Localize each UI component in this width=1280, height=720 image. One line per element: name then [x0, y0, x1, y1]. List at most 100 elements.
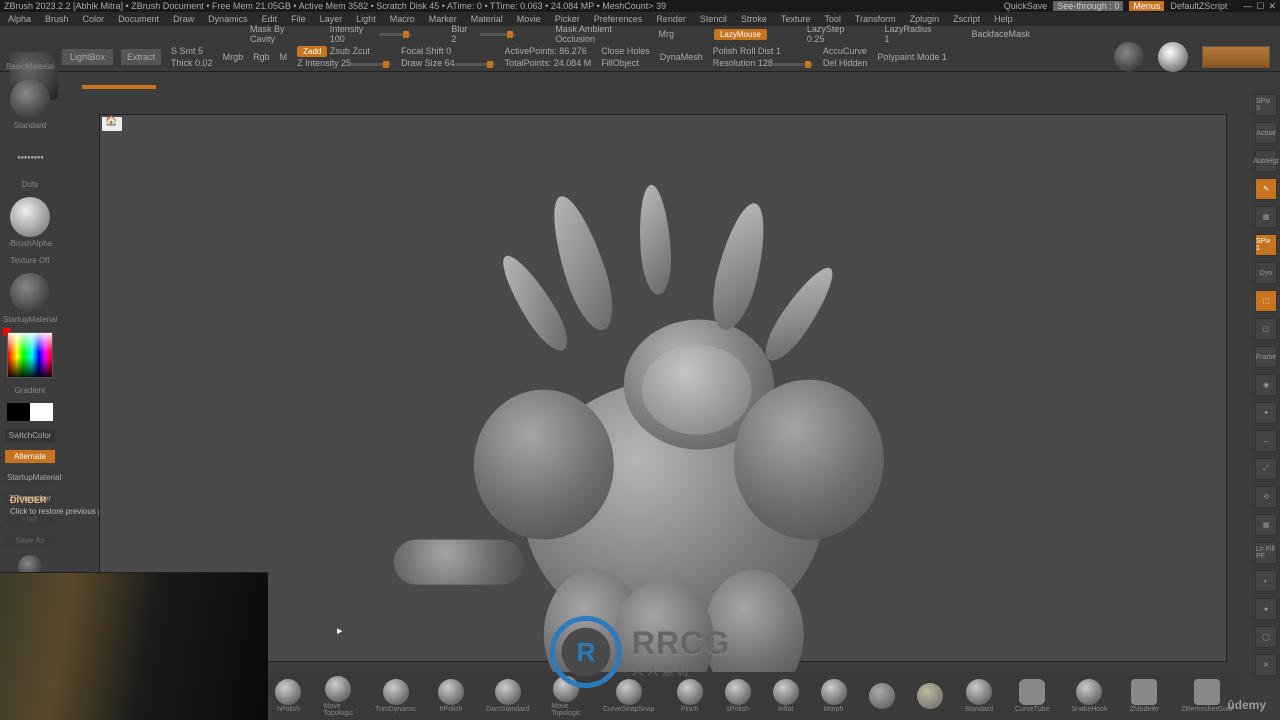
draw-size[interactable]: Draw Size 64 — [401, 58, 455, 68]
intensity-handle[interactable] — [379, 33, 411, 36]
zint-handle[interactable] — [351, 63, 391, 66]
zadd[interactable]: Zadd — [297, 46, 327, 57]
blur-slider[interactable]: Blur 2 — [451, 24, 472, 44]
polish[interactable]: Polish — [713, 46, 738, 56]
brush-hpolish2-icon[interactable] — [438, 679, 464, 705]
right-persp-icon[interactable]: ⬚ — [1255, 290, 1277, 312]
menu-file[interactable]: File — [291, 14, 306, 24]
menu-picker[interactable]: Picker — [555, 14, 580, 24]
intensity-slider[interactable]: Intensity 100 — [330, 24, 371, 44]
mask-ao[interactable]: Mask Ambient Occlusion — [555, 24, 618, 44]
mrgb[interactable]: Mrgb — [223, 52, 244, 62]
right-lnfill[interactable]: Ln Fill PF — [1255, 542, 1277, 564]
right-polyframe-icon[interactable]: ▦ — [1255, 514, 1277, 536]
del-hidden[interactable]: Del Hidden — [823, 58, 868, 68]
menu-dynamics[interactable]: Dynamics — [208, 14, 248, 24]
right-autohgt[interactable]: AutoHgt — [1255, 150, 1277, 172]
right-scale-icon[interactable]: ⤢ — [1255, 458, 1277, 480]
right-actual[interactable]: Actual — [1255, 122, 1277, 144]
right-spix3[interactable]: SPix 3 — [1255, 94, 1277, 116]
backfacemask[interactable]: BackfaceMask — [971, 29, 1030, 39]
menu-layer[interactable]: Layer — [320, 14, 343, 24]
polypaint-mode[interactable]: Polypaint Mode 1 — [877, 52, 947, 62]
menu-zplugin[interactable]: Zplugin — [910, 14, 940, 24]
menu-marker[interactable]: Marker — [429, 14, 457, 24]
seethrough-toggle[interactable]: See-through : 0 — [1053, 1, 1123, 11]
swatch-white[interactable] — [30, 403, 53, 421]
res-handle[interactable] — [773, 63, 813, 66]
m[interactable]: M — [280, 52, 288, 62]
menu-transform[interactable]: Transform — [855, 14, 896, 24]
brush-trimdyn-icon[interactable] — [383, 679, 409, 705]
brush-snakehook-icon[interactable] — [1076, 679, 1102, 705]
startup-material-2[interactable]: StartupMaterial — [5, 471, 55, 484]
brush-zmodeler-icon[interactable] — [1131, 679, 1157, 705]
switchcolor-button[interactable]: SwitchColor — [5, 429, 55, 442]
material-thumb[interactable] — [10, 273, 50, 313]
zcut[interactable]: Zcut — [352, 46, 370, 56]
swatch-black[interactable] — [7, 403, 30, 421]
close-holes[interactable]: Close Holes — [601, 46, 650, 56]
gradient-swatch[interactable] — [1202, 46, 1270, 68]
rgb[interactable]: Rgb — [253, 52, 270, 62]
menu-movie[interactable]: Movie — [517, 14, 541, 24]
matcap-sphere-2[interactable] — [1158, 42, 1188, 72]
right-floor-icon[interactable]: ◫ — [1255, 318, 1277, 340]
canvas[interactable] — [99, 114, 1227, 662]
minimize-icon[interactable]: — — [1243, 1, 1252, 12]
dynamesh[interactable]: DynaMesh — [660, 52, 703, 62]
right-rotate-icon[interactable]: ⟲ — [1255, 486, 1277, 508]
texture-off[interactable]: Texture Off — [11, 256, 50, 265]
right-ghost-icon[interactable]: ◐ — [1255, 570, 1277, 592]
zintensity[interactable]: Z Intensity 25 — [297, 58, 351, 68]
menu-color[interactable]: Color — [83, 14, 105, 24]
roll-dist[interactable]: Roll Dist 1 — [740, 46, 781, 56]
brush-inflat-icon[interactable] — [773, 679, 799, 705]
sculpt-model[interactable] — [404, 170, 944, 690]
menu-tool[interactable]: Tool — [824, 14, 841, 24]
extract-button[interactable]: Extract — [121, 49, 161, 65]
right-move-icon[interactable]: ↔ — [1255, 430, 1277, 452]
right-spix1[interactable]: SPix 1 — [1255, 234, 1277, 256]
fill-object[interactable]: FillObject — [601, 58, 650, 68]
menu-brush[interactable]: Brush — [45, 14, 69, 24]
s-smt[interactable]: S Smt 5 — [171, 46, 213, 56]
brush-curvetube-icon[interactable] — [1019, 679, 1045, 705]
menu-light[interactable]: Light — [356, 14, 376, 24]
brush-movetopo-icon[interactable] — [325, 676, 351, 702]
alpha-thumb[interactable] — [10, 197, 50, 237]
right-solo-icon[interactable]: ● — [1255, 598, 1277, 620]
brush-hpolish-icon[interactable] — [275, 679, 301, 705]
menu-stencil[interactable]: Stencil — [700, 14, 727, 24]
drawsize-handle[interactable] — [455, 63, 495, 66]
menu-help[interactable]: Help — [994, 14, 1013, 24]
thick[interactable]: Thick 0.02 — [171, 58, 213, 68]
right-dyn[interactable]: Dyn — [1255, 262, 1277, 284]
alternate-button[interactable]: Alternate — [5, 450, 55, 463]
menus-toggle[interactable]: Menus — [1129, 1, 1164, 11]
lazystep[interactable]: LazyStep 0.25 — [807, 24, 845, 44]
menu-document[interactable]: Document — [118, 14, 159, 24]
menu-render[interactable]: Render — [656, 14, 686, 24]
brush-empty-icon[interactable] — [869, 683, 895, 709]
menu-zscript[interactable]: Zscript — [953, 14, 980, 24]
brush-zremguide-icon[interactable] — [1194, 679, 1220, 705]
right-local-icon[interactable]: ◉ — [1255, 374, 1277, 396]
swatch-row[interactable] — [7, 403, 53, 421]
menu-macro[interactable]: Macro — [390, 14, 415, 24]
blur-handle[interactable] — [480, 33, 515, 36]
brush-thumb[interactable] — [10, 79, 50, 119]
saveas-button[interactable]: Save As — [5, 534, 55, 547]
right-edit-icon[interactable]: ✎ — [1255, 178, 1277, 200]
default-zscript[interactable]: DefaultZScript — [1170, 1, 1227, 11]
menu-material[interactable]: Material — [471, 14, 503, 24]
mrg-toggle[interactable]: Mrg — [658, 29, 674, 39]
menu-edit[interactable]: Edit — [262, 14, 278, 24]
right-frame[interactable]: Frame — [1255, 346, 1277, 368]
color-picker[interactable] — [7, 332, 53, 378]
focal-shift[interactable]: Focal Shift 0 — [401, 46, 495, 56]
menu-preferences[interactable]: Preferences — [594, 14, 643, 24]
right-draw-icon[interactable]: ▦ — [1255, 206, 1277, 228]
gradient-label[interactable]: Gradient — [15, 386, 46, 395]
brush-standard-icon[interactable] — [966, 679, 992, 705]
